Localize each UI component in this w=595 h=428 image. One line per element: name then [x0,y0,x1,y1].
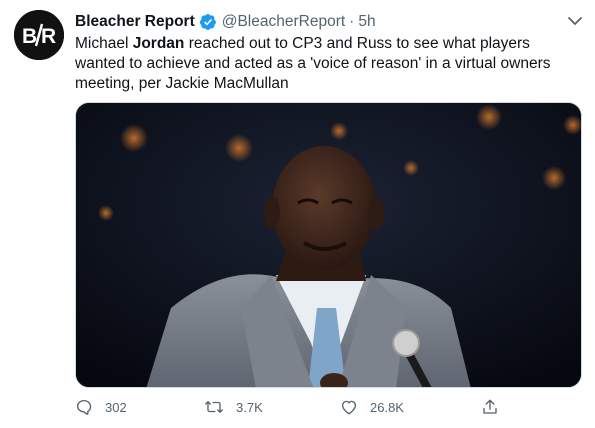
br-logo-icon: B R [14,10,64,60]
reply-count: 302 [105,399,127,415]
handle[interactable]: @BleacherReport [222,13,345,31]
chevron-down-icon[interactable] [565,11,585,31]
share-button[interactable] [481,398,511,416]
separator-dot: · [349,13,355,30]
retweet-button[interactable]: 3.7K [204,398,263,416]
tweet-text-part1: Michael [75,35,133,52]
reply-icon [76,399,92,415]
avatar[interactable]: B R [14,10,64,60]
svg-text:B: B [22,25,37,48]
tweet-photo[interactable] [75,102,582,388]
retweet-icon [205,401,223,413]
display-name[interactable]: Bleacher Report [75,13,195,31]
reply-button[interactable]: 302 [75,398,127,416]
tweet-text: Michael Jordan reached out to CP3 and Ru… [75,34,580,94]
timestamp[interactable]: 5h [358,13,375,31]
like-button[interactable]: 26.8K [340,398,404,416]
tweet-text-highlight: Jordan [132,35,185,52]
like-count: 26.8K [370,399,404,415]
tweet-header: Bleacher Report @BleacherReport · 5h [75,11,376,33]
retweet-count: 3.7K [236,399,263,415]
tweet-card[interactable]: B R Bleacher Report @BleacherReport · 5h… [0,0,595,428]
like-icon [341,400,357,415]
verified-badge-icon [199,13,216,31]
share-icon [483,399,497,414]
photo-jordan-image [76,103,581,387]
svg-text:R: R [41,25,56,48]
tweet-actions: 302 3.7K 26.8K [75,398,515,420]
